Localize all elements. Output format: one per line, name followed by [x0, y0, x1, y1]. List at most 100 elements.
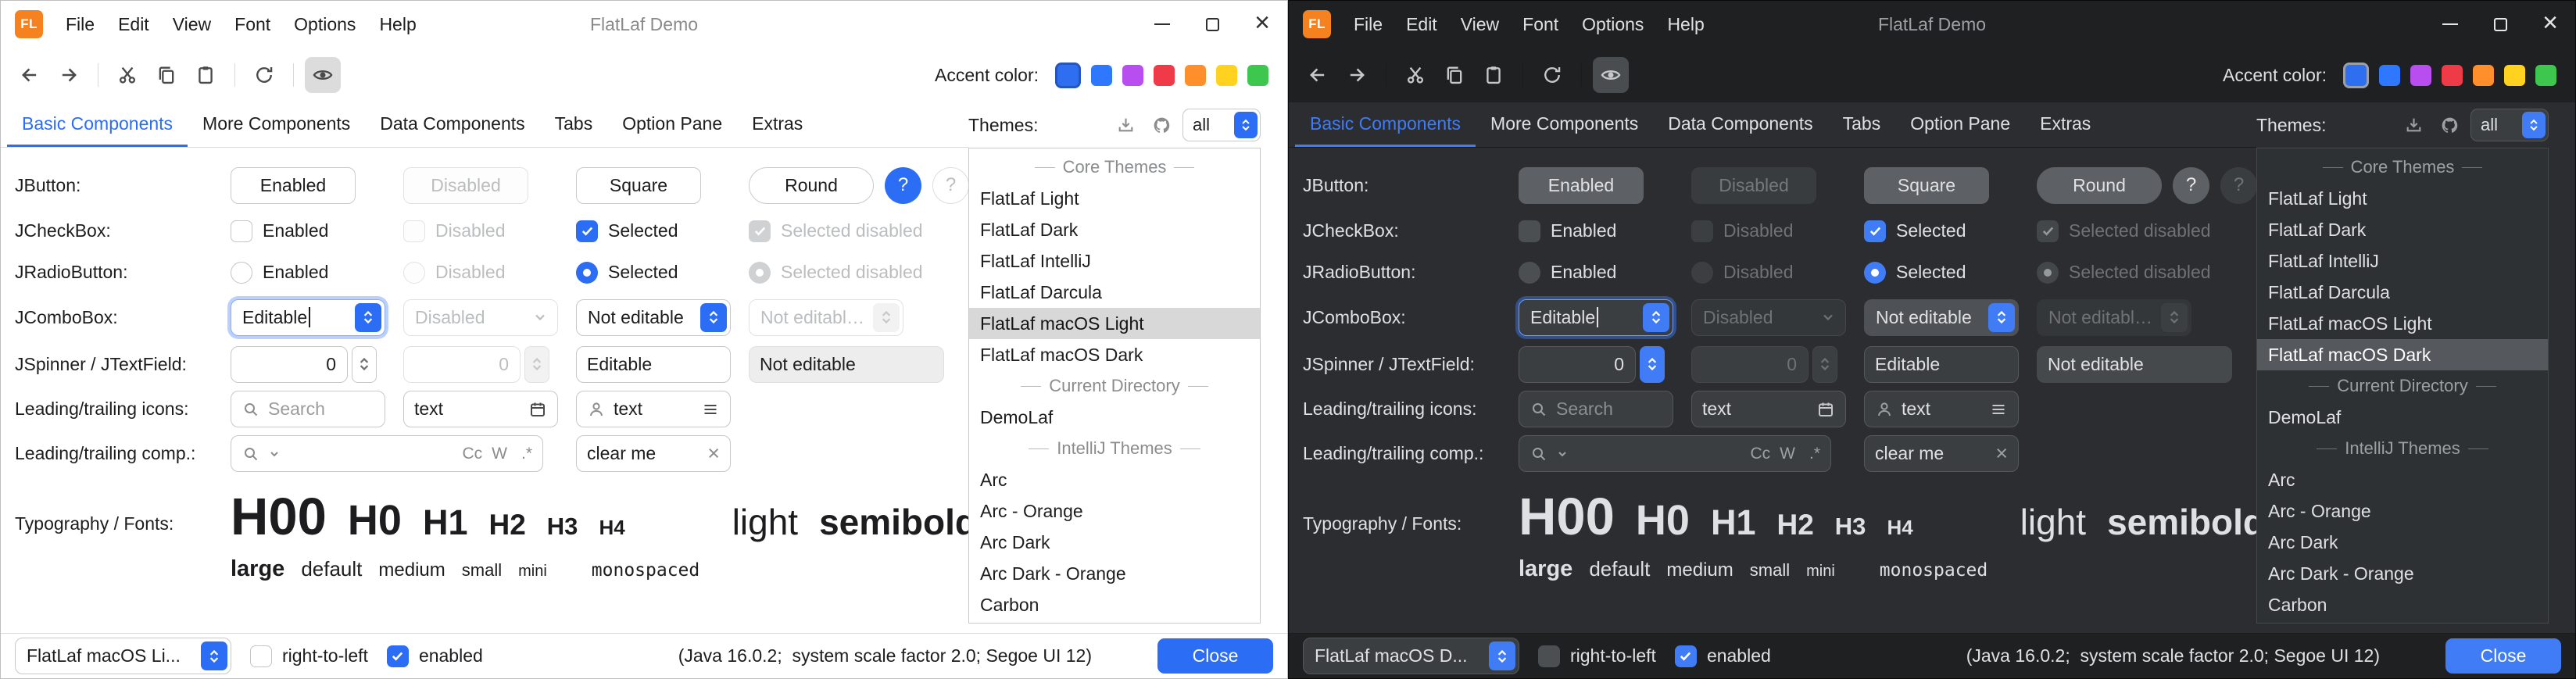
accent-swatch-purple[interactable] [2410, 65, 2431, 86]
theme-item-flatlaf-macos-light[interactable]: FlatLaf macOS Light [969, 308, 1260, 339]
tab-tabs[interactable]: Tabs [1828, 102, 1896, 147]
accent-swatch-blue-selected[interactable] [2343, 63, 2369, 88]
menu-edit[interactable]: Edit [106, 1, 161, 48]
github-button[interactable] [1147, 110, 1176, 140]
spinner-arrows-icon[interactable] [352, 346, 377, 383]
not-editable-combobox[interactable]: Not editable [1864, 299, 2019, 336]
back-button[interactable] [12, 57, 48, 93]
user-field[interactable]: text [1864, 391, 2019, 427]
enabled-button[interactable]: Enabled [231, 167, 356, 204]
accent-swatch-orange[interactable] [1185, 65, 1206, 86]
clear-icon[interactable]: × [707, 443, 720, 464]
accent-swatch-blue-selected[interactable] [1055, 63, 1081, 88]
whole-word-toggle[interactable]: W [1780, 445, 1795, 463]
square-button[interactable]: Square [1864, 167, 1989, 204]
enabled-button[interactable]: Enabled [1519, 167, 1644, 204]
tab-data-components[interactable]: Data Components [365, 102, 539, 147]
theme-item-carbon[interactable]: Carbon [2257, 589, 2548, 620]
calendar-icon[interactable] [528, 400, 547, 419]
right-to-left-checkbox[interactable]: right-to-left [1538, 645, 1656, 667]
calendar-icon[interactable] [1816, 400, 1835, 419]
search-icon[interactable] [242, 445, 260, 463]
theme-item-flatlaf-macos-dark[interactable]: FlatLaf macOS Dark [969, 339, 1260, 370]
maximize-button[interactable] [2475, 1, 2525, 48]
minimize-button[interactable] [2425, 1, 2475, 48]
spinner[interactable]: 0 [231, 346, 377, 383]
square-button[interactable]: Square [576, 167, 701, 204]
regex-toggle[interactable]: .* [521, 445, 532, 463]
download-themes-button[interactable] [2399, 110, 2428, 140]
copy-button[interactable] [1436, 57, 1472, 93]
menu-view[interactable]: View [1449, 1, 1511, 48]
minimize-button[interactable] [1137, 1, 1187, 48]
combobox-arrows-icon[interactable] [1489, 641, 1515, 670]
theme-item-arc[interactable]: Arc [969, 464, 1260, 495]
refresh-button[interactable] [1534, 57, 1570, 93]
accent-swatch-green[interactable] [1247, 65, 1268, 86]
spinner-value[interactable]: 0 [1519, 346, 1636, 383]
download-themes-button[interactable] [1111, 110, 1140, 140]
combobox-arrows-icon[interactable] [201, 641, 227, 670]
editable-combobox[interactable]: Editable [231, 299, 385, 336]
accent-swatch-blue[interactable] [2379, 65, 2400, 86]
forward-button[interactable] [51, 57, 87, 93]
search-field[interactable]: Search [231, 391, 385, 427]
maximize-button[interactable] [1187, 1, 1237, 48]
right-to-left-checkbox[interactable]: right-to-left [250, 645, 368, 667]
theme-item-arc-dark-orange[interactable]: Arc Dark - Orange [969, 558, 1260, 589]
close-button[interactable]: Close [2445, 638, 2561, 674]
editable-textfield[interactable]: Editable [1864, 346, 2019, 383]
accent-swatch-red[interactable] [1154, 65, 1175, 86]
help-button[interactable]: ? [2173, 167, 2209, 204]
combobox-arrows-icon[interactable] [355, 303, 381, 332]
enabled-checkbox[interactable]: enabled [387, 645, 483, 667]
tab-data-components[interactable]: Data Components [1653, 102, 1827, 147]
regex-toggle[interactable]: .* [1809, 445, 1820, 463]
refresh-button[interactable] [246, 57, 282, 93]
theme-item-flatlaf-intellij[interactable]: FlatLaf IntelliJ [2257, 245, 2548, 277]
radio-selected[interactable]: Selected [576, 262, 678, 284]
accent-swatch-yellow[interactable] [1216, 65, 1237, 86]
checkbox-enabled[interactable]: Enabled [1519, 220, 1616, 242]
cut-button[interactable] [1397, 57, 1433, 93]
spinner-arrows-icon[interactable] [1640, 346, 1665, 383]
menu-options[interactable]: Options [1570, 1, 1655, 48]
tab-basic-components[interactable]: Basic Components [7, 102, 188, 147]
combobox-arrows-icon[interactable] [1234, 112, 1258, 138]
checkbox-enabled[interactable]: Enabled [231, 220, 328, 242]
theme-item-flatlaf-light[interactable]: FlatLaf Light [969, 183, 1260, 214]
tab-basic-components[interactable]: Basic Components [1295, 102, 1476, 147]
theme-item-flatlaf-dark[interactable]: FlatLaf Dark [2257, 214, 2548, 245]
chevron-down-icon[interactable] [268, 448, 281, 460]
close-window-button[interactable]: × [1237, 1, 1287, 48]
theme-item-arc-dark[interactable]: Arc Dark [2257, 527, 2548, 558]
menu-view[interactable]: View [161, 1, 223, 48]
menu-font[interactable]: Font [1511, 1, 1570, 48]
accent-swatch-purple[interactable] [1122, 65, 1143, 86]
github-button[interactable] [2435, 110, 2464, 140]
theme-item-flatlaf-macos-light[interactable]: FlatLaf macOS Light [2257, 308, 2548, 339]
theme-item-arc-orange[interactable]: Arc - Orange [2257, 495, 2548, 527]
paste-button[interactable] [188, 57, 224, 93]
accent-swatch-red[interactable] [2442, 65, 2463, 86]
radio-selected[interactable]: Selected [1864, 262, 1966, 284]
theme-item-arc-dark[interactable]: Arc Dark [969, 527, 1260, 558]
editable-combobox[interactable]: Editable [1519, 299, 1673, 336]
match-case-toggle[interactable]: Cc [462, 445, 482, 463]
list-icon[interactable] [701, 400, 720, 419]
date-field[interactable]: text [403, 391, 558, 427]
back-button[interactable] [1300, 57, 1336, 93]
menu-options[interactable]: Options [282, 1, 367, 48]
theme-item-cobalt-2[interactable]: Cobalt 2 [969, 620, 1260, 624]
help-button[interactable]: ? [885, 167, 921, 204]
clear-me-field[interactable]: clear me × [576, 435, 731, 472]
editable-textfield[interactable]: Editable [576, 346, 731, 383]
combobox-arrows-icon[interactable] [700, 303, 727, 332]
themes-filter-combobox[interactable]: all [2470, 109, 2549, 141]
tab-more-components[interactable]: More Components [188, 102, 365, 147]
combobox-arrows-icon[interactable] [1643, 303, 1669, 332]
theme-item-arc-dark-orange[interactable]: Arc Dark - Orange [2257, 558, 2548, 589]
tab-extras[interactable]: Extras [2025, 102, 2106, 147]
theme-item-flatlaf-dark[interactable]: FlatLaf Dark [969, 214, 1260, 245]
clear-icon[interactable]: × [1995, 443, 2008, 464]
